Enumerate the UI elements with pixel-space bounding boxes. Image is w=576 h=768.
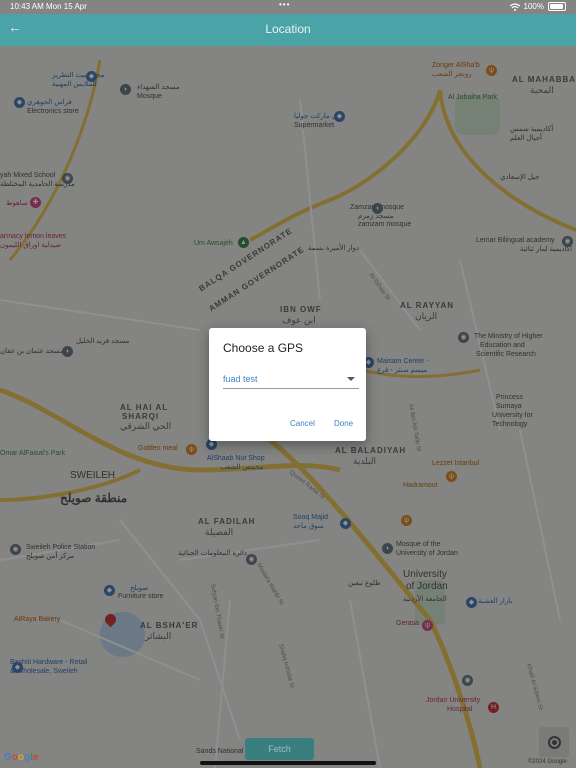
my-location-dot: [552, 740, 557, 745]
multitasking-dots[interactable]: •••: [279, 0, 290, 9]
app-bar: ← Location: [0, 14, 576, 46]
home-indicator[interactable]: [200, 761, 376, 765]
battery-icon: [548, 2, 566, 11]
wifi-icon: [509, 2, 520, 11]
status-date: Mon 15 Apr: [46, 2, 87, 11]
page-title: Location: [265, 22, 311, 36]
dialog-title: Choose a GPS: [223, 341, 304, 355]
screen: مجمع بيت التطريز للملابس المهنية فراس ال…: [0, 0, 576, 768]
my-location-button[interactable]: [539, 727, 569, 757]
status-time: 10:43 AM: [10, 2, 44, 11]
google-logo: Google: [4, 752, 39, 763]
dropdown-arrow-icon: [347, 377, 355, 381]
battery-percent: 100%: [523, 2, 544, 11]
gps-dropdown-value: fuad test: [223, 374, 258, 384]
choose-gps-dialog: Choose a GPS fuad test Cancel Done: [209, 328, 366, 441]
gps-dropdown[interactable]: fuad test: [223, 372, 359, 389]
status-right: 100%: [509, 2, 566, 11]
fetch-button[interactable]: Fetch: [245, 738, 314, 760]
map-copyright: ©2024 Google: [528, 759, 567, 765]
status-bar: 10:43 AM Mon 15 Apr ••• 100%: [0, 0, 576, 14]
cancel-button[interactable]: Cancel: [290, 419, 315, 428]
done-button[interactable]: Done: [334, 419, 353, 428]
